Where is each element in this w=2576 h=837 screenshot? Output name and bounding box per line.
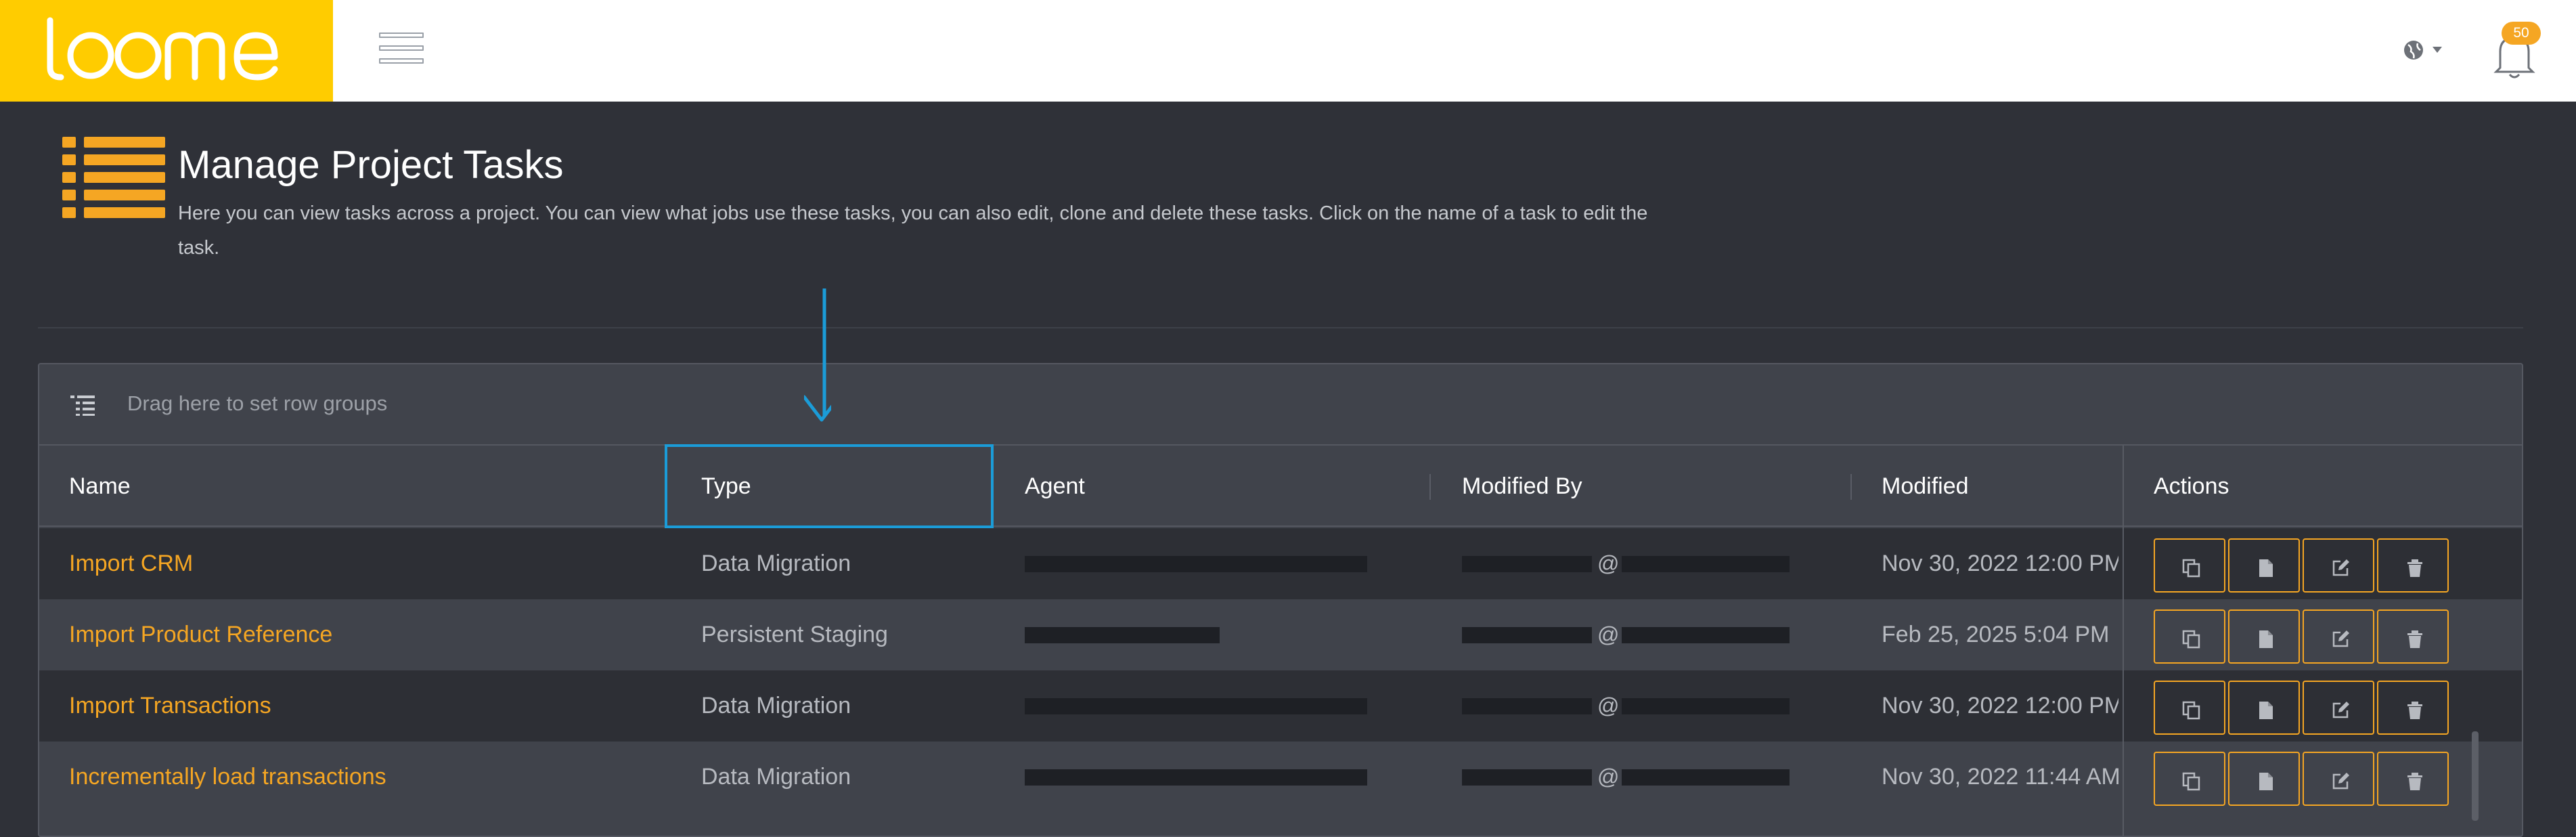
redacted-modified-by-user (1462, 627, 1592, 643)
modified-by-at: @ (1597, 551, 1620, 576)
edit-button[interactable] (2303, 609, 2374, 664)
loome-logo[interactable] (0, 0, 333, 102)
delete-icon (2407, 559, 2422, 577)
view-document-button[interactable] (2228, 609, 2300, 664)
delete-icon (2407, 630, 2422, 648)
column-header-agent[interactable]: Agent (1025, 446, 1085, 527)
table-row: Import Product Reference Persistent Stag… (39, 599, 2522, 670)
redacted-modified-by-user (1462, 769, 1592, 786)
view-document-button[interactable] (2228, 681, 2300, 735)
page-title: Manage Project Tasks (178, 143, 564, 187)
page-description: Here you can view tasks across a project… (178, 202, 1648, 259)
document-icon (2259, 773, 2273, 790)
edit-icon (2332, 559, 2349, 576)
column-separator[interactable] (1850, 474, 1852, 500)
clone-icon (2182, 772, 2200, 791)
clone-button[interactable] (2154, 752, 2225, 806)
clone-icon (2182, 630, 2200, 649)
delete-icon (2407, 702, 2422, 719)
redacted-modified-by-domain (1622, 769, 1790, 786)
task-modified-date: Nov 30, 2022 11:44 AM (1882, 764, 2118, 790)
task-name-link[interactable]: Import Transactions (69, 670, 271, 742)
top-navigation-bar: 50 (0, 0, 2576, 102)
column-header-actions: Actions (2154, 473, 2229, 499)
redacted-modified-by-user (1462, 698, 1592, 714)
edit-button[interactable] (2303, 681, 2374, 735)
task-type: Persistent Staging (701, 622, 888, 647)
column-header-name[interactable]: Name (69, 446, 131, 527)
delete-icon (2407, 773, 2422, 790)
document-icon (2259, 702, 2273, 719)
task-type: Data Migration (701, 551, 851, 576)
hamburger-icon[interactable] (379, 33, 424, 66)
task-modified-date: Feb 25, 2025 5:04 PM (1882, 622, 2110, 647)
delete-button[interactable] (2377, 681, 2449, 735)
globe-icon[interactable] (2400, 35, 2451, 65)
edit-button[interactable] (2303, 752, 2374, 806)
document-icon (2259, 630, 2273, 648)
view-document-button[interactable] (2228, 538, 2300, 593)
column-separator[interactable] (1429, 474, 1431, 500)
redacted-modified-by-domain (1622, 556, 1790, 572)
delete-button[interactable] (2377, 538, 2449, 593)
table-row: Import CRM Data Migration @ Nov 30, 2022… (39, 528, 2522, 599)
vertical-scrollbar-thumb[interactable] (2472, 731, 2479, 821)
task-name-link[interactable]: Incrementally load transactions (69, 742, 386, 813)
modified-by-at: @ (1597, 765, 1620, 789)
list-icon (62, 135, 165, 221)
redacted-modified-by-domain (1622, 627, 1790, 643)
table-row: Incrementally load transactions Data Mig… (39, 742, 2522, 813)
redacted-agent (1025, 698, 1367, 714)
document-icon (2259, 559, 2273, 577)
edit-icon (2332, 702, 2349, 718)
clone-icon (2182, 559, 2200, 578)
column-header-modified[interactable]: Modified (1882, 446, 1969, 527)
column-header-type[interactable]: Type (701, 446, 751, 527)
modified-by-at: @ (1597, 693, 1620, 718)
task-type: Data Migration (701, 764, 851, 790)
loome-logo-mark (47, 17, 278, 81)
table-row: Import Transactions Data Migration @ Nov… (39, 670, 2522, 742)
notification-count-badge: 50 (2502, 22, 2541, 45)
delete-button[interactable] (2377, 609, 2449, 664)
redacted-modified-by-user (1462, 556, 1592, 572)
delete-button[interactable] (2377, 752, 2449, 806)
edit-icon (2332, 773, 2349, 790)
redacted-agent (1025, 627, 1220, 643)
view-document-button[interactable] (2228, 752, 2300, 806)
task-modified-date: Nov 30, 2022 12:00 PM (1882, 551, 2118, 576)
header-divider (38, 327, 2523, 328)
redacted-agent (1025, 769, 1367, 786)
row-group-drop-zone[interactable]: Drag here to set row groups (39, 364, 2522, 446)
actions-column-border (2123, 446, 2124, 836)
arrow-down-icon (804, 288, 831, 422)
row-group-placeholder: Drag here to set row groups (127, 391, 388, 415)
clone-button[interactable] (2154, 538, 2225, 593)
clone-icon (2182, 701, 2200, 720)
tasks-grid: Drag here to set row groups Name Type Ag… (38, 363, 2523, 837)
clone-button[interactable] (2154, 609, 2225, 664)
clone-button[interactable] (2154, 681, 2225, 735)
task-type: Data Migration (701, 693, 851, 718)
column-header-modified-by[interactable]: Modified By (1462, 446, 1582, 527)
grid-header-row: Name Type Agent Modified By Modified Act… (39, 446, 2522, 527)
redacted-agent (1025, 556, 1367, 572)
modified-by-at: @ (1597, 622, 1620, 647)
task-name-link[interactable]: Import CRM (69, 528, 193, 599)
task-name-link[interactable]: Import Product Reference (69, 599, 332, 670)
row-group-icon (70, 395, 95, 416)
edit-button[interactable] (2303, 538, 2374, 593)
edit-icon (2332, 630, 2349, 647)
task-modified-date: Nov 30, 2022 12:00 PM (1882, 693, 2118, 718)
redacted-modified-by-domain (1622, 698, 1790, 714)
